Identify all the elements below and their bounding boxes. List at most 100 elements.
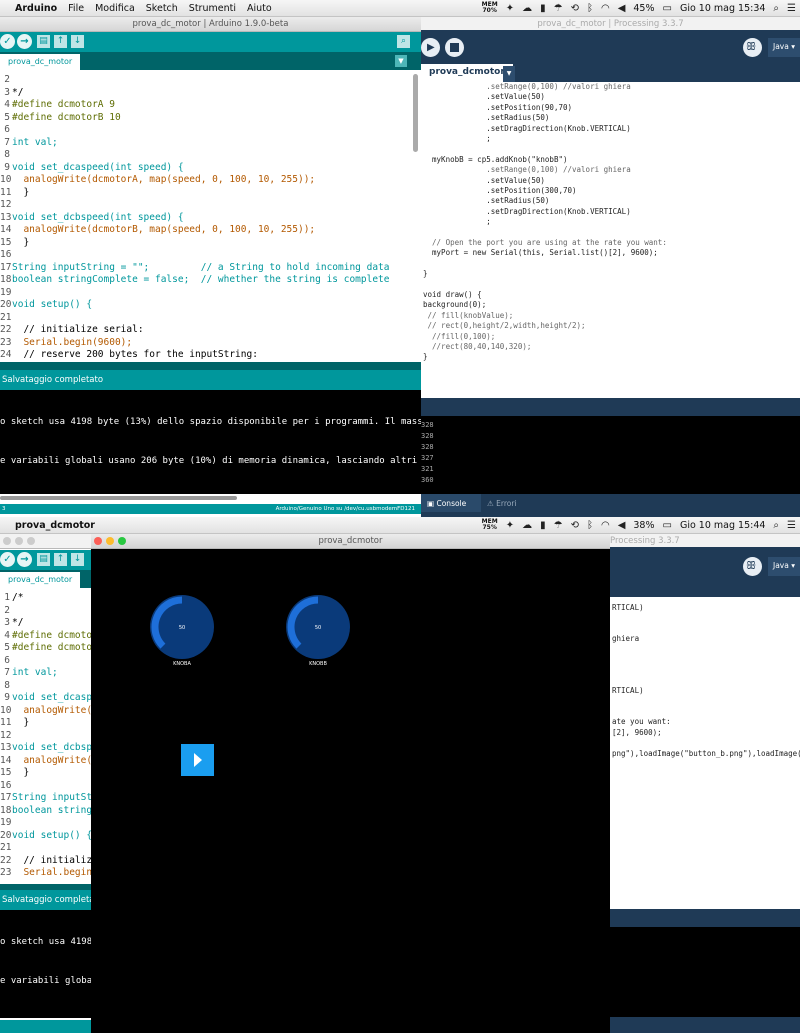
upload-icon[interactable]: →	[17, 552, 32, 567]
bookmark-icon[interactable]: ▮	[540, 520, 546, 531]
wifi-icon[interactable]: ◠	[601, 520, 610, 531]
code-line[interactable]: 11 }	[0, 187, 29, 200]
umbrella-icon[interactable]: ☂	[554, 520, 563, 531]
code-line[interactable]: ate you want:	[612, 717, 671, 726]
code-line[interactable]: 9 void set_dcaspe	[0, 692, 91, 705]
tab-prova-dc-motor[interactable]: prova_dc_motor	[0, 572, 81, 588]
processing-divider[interactable]	[610, 909, 800, 927]
code-line[interactable]: 3 */	[0, 617, 23, 630]
new-file-icon[interactable]: ▤	[37, 553, 50, 566]
verify-icon[interactable]: ✓	[0, 34, 15, 49]
volume-icon[interactable]: ◀	[618, 3, 626, 14]
code-line[interactable]: 4 #define dcmotor	[0, 630, 91, 643]
open-file-icon[interactable]: ↑	[54, 553, 67, 566]
code-line[interactable]: .setRange(0,100) //valori ghiera	[423, 165, 631, 174]
close-button[interactable]	[3, 537, 11, 545]
code-line[interactable]: 12	[0, 730, 12, 743]
code-line[interactable]: 4 #define dcmotorA 9	[0, 99, 115, 112]
sketch-titlebar[interactable]: prova_dcmotor	[91, 534, 610, 549]
code-line[interactable]: 6	[0, 655, 12, 668]
code-line[interactable]: ;	[423, 217, 491, 226]
play-button[interactable]	[181, 744, 214, 776]
bluetooth-icon[interactable]: ᛒ	[587, 3, 593, 14]
arduino-editor-bottom[interactable]: 1/* 2 3 */4 #define dcmotor 5 #define dcmotor 6…	[0, 588, 91, 888]
editor-divider[interactable]	[0, 362, 421, 370]
code-line[interactable]: 19	[0, 287, 12, 300]
menu-sketch[interactable]: Sketch	[146, 3, 178, 14]
menu-aiuto[interactable]: Aiuto	[247, 3, 272, 14]
console-scrollbar[interactable]	[0, 496, 237, 500]
processing-editor-bottom[interactable]: RTICAL) ghiera RTICAL) ate you want: [2], 96…	[610, 597, 800, 909]
menu-modifica[interactable]: Modifica	[95, 3, 135, 14]
notification-icon[interactable]: ☰	[787, 3, 796, 14]
code-line[interactable]: png"),loadImage("button_b.png"),loadImag…	[612, 749, 800, 758]
code-line[interactable]: 16	[0, 780, 12, 793]
memory-indicator[interactable]: MEM 75%	[482, 519, 498, 531]
menu-app-name[interactable]: Arduino	[15, 3, 57, 14]
code-line[interactable]: 20 void setup() {	[0, 830, 91, 843]
code-line[interactable]: myPort = new Serial(this, Serial.list()[…	[423, 248, 658, 257]
menu-file[interactable]: File	[68, 3, 84, 14]
code-line[interactable]: 20 void setup() {	[0, 299, 92, 312]
errors-tab[interactable]: ⚠ Errori	[481, 494, 523, 512]
battery-icon[interactable]: ▭	[663, 520, 672, 531]
zoom-button[interactable]	[118, 537, 126, 545]
code-line[interactable]: // rect(0,height/2,width,height/2);	[423, 321, 586, 330]
code-line[interactable]: ;	[423, 134, 491, 143]
code-line[interactable]: .setValue(50)	[423, 176, 545, 185]
code-line[interactable]: 6	[0, 124, 12, 137]
spotlight-icon[interactable]: ⌕	[773, 3, 779, 14]
menubar-datetime[interactable]: Gio 10 mag 15:34	[680, 3, 765, 14]
dropbox-icon[interactable]: ✦	[506, 520, 514, 531]
cloud-icon[interactable]: ☁	[522, 520, 532, 531]
code-line[interactable]: .setPosition(300,70)	[423, 186, 576, 195]
code-line[interactable]: .setPosition(90,70)	[423, 103, 572, 112]
umbrella-icon[interactable]: ☂	[554, 3, 563, 14]
console-tab[interactable]: ▣ Console	[421, 494, 481, 512]
close-button[interactable]	[94, 537, 102, 545]
code-line[interactable]: 10 analogWrite(dcmotorA, map(speed, 0, 1…	[0, 174, 315, 187]
arduino-titlebar[interactable]: prova_dc_motor | Arduino 1.9.0-beta	[0, 17, 421, 32]
verify-icon[interactable]: ✓	[0, 552, 15, 567]
code-line[interactable]: ghiera	[612, 634, 639, 643]
code-line[interactable]: 17 String inputString = ""; // a String t…	[0, 262, 390, 275]
code-line[interactable]: 24 // reserve 200 bytes for the inputStr…	[0, 349, 258, 362]
code-line[interactable]: 19	[0, 817, 12, 830]
code-line[interactable]: RTICAL)	[612, 686, 644, 695]
processing-divider[interactable]	[421, 398, 800, 416]
code-line[interactable]: }	[423, 269, 428, 278]
arduino-editor[interactable]: 2 3 */4 #define dcmotorA 9 5 #define dcmotorB…	[0, 70, 421, 362]
code-line[interactable]: // fill(knobValue);	[423, 311, 514, 320]
run-button[interactable]: ▶	[421, 38, 440, 57]
code-line[interactable]: .setDragDirection(Knob.VERTICAL)	[423, 207, 631, 216]
debug-button[interactable]: ꕥ	[743, 557, 762, 576]
code-line[interactable]: 21	[0, 842, 12, 855]
code-line[interactable]: .setDragDirection(Knob.VERTICAL)	[423, 124, 631, 133]
cloud-icon[interactable]: ☁	[522, 3, 532, 14]
code-line[interactable]: 16	[0, 249, 12, 262]
code-line[interactable]: 5 #define dcmotor	[0, 642, 91, 655]
code-line[interactable]: 1/*	[0, 592, 23, 605]
timemachine-icon[interactable]: ⟲	[571, 3, 579, 14]
menu-strumenti[interactable]: Strumenti	[189, 3, 236, 14]
stop-button[interactable]	[445, 38, 464, 57]
code-line[interactable]: .setRange(0,100) //valori ghiera	[423, 82, 631, 91]
code-line[interactable]: 14 analogWrite(d	[0, 755, 91, 768]
bookmark-icon[interactable]: ▮	[540, 3, 546, 14]
code-line[interactable]: // Open the port you are using at the ra…	[423, 238, 667, 247]
code-line[interactable]: 7 int val;	[0, 667, 58, 680]
code-line[interactable]: 8	[0, 149, 12, 162]
code-line[interactable]: 15 }	[0, 237, 29, 250]
code-line[interactable]: 3 */	[0, 87, 23, 100]
code-line[interactable]: 2	[0, 605, 12, 618]
code-line[interactable]: 23 Serial.begin(	[0, 867, 91, 880]
code-line[interactable]: 12	[0, 199, 12, 212]
memory-indicator[interactable]: MEM 70%	[482, 2, 498, 14]
knob-b[interactable]: 50	[285, 594, 351, 660]
code-line[interactable]: 7 int val;	[0, 137, 58, 150]
code-line[interactable]: 18 boolean stringC	[0, 805, 91, 818]
code-line[interactable]: 23 Serial.begin(9600);	[0, 337, 132, 350]
code-line[interactable]: 5 #define dcmotorB 10	[0, 112, 120, 125]
debug-button[interactable]: ꕥ	[743, 38, 762, 57]
code-line[interactable]: void draw() {	[423, 290, 482, 299]
